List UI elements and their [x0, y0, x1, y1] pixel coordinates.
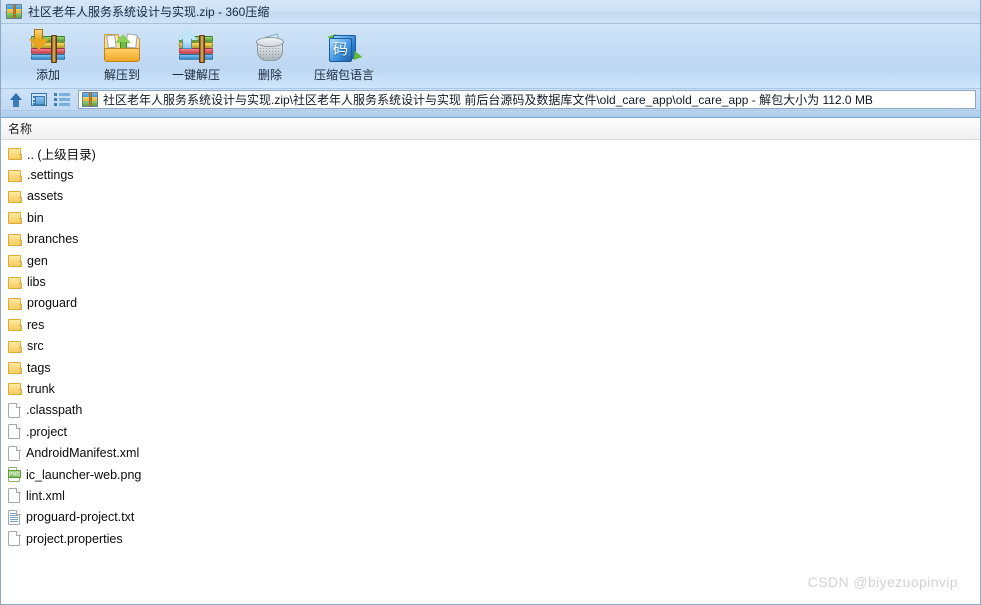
file-name: lint.xml [26, 488, 65, 503]
address-bar: 社区老年人服务系统设计与实现.zip\社区老年人服务系统设计与实现 前后台源码及… [1, 89, 980, 111]
archive-extract-icon [176, 28, 215, 65]
app-window: 社区老年人服务系统设计与实现.zip - 360压缩 添加 解压到 一键解压 删… [0, 0, 981, 605]
table-row[interactable]: src [1, 336, 980, 357]
folder-icon [8, 211, 22, 225]
path-input[interactable]: 社区老年人服务系统设计与实现.zip\社区老年人服务系统设计与实现 前后台源码及… [78, 90, 976, 109]
file-name: proguard [27, 296, 78, 311]
file-icon [8, 531, 21, 547]
folder-icon [8, 297, 22, 310]
folder-icon [8, 276, 22, 289]
toolbar-separator [1, 111, 980, 118]
folder-icon [8, 318, 22, 332]
csdn-watermark: CSDN @biyezuopinvip [807, 574, 958, 590]
file-name: .. (上级目录) [27, 148, 96, 163]
language-icon: 码 [325, 29, 363, 65]
table-row[interactable]: .project [1, 421, 980, 442]
title-bar: 社区老年人服务系统设计与实现.zip - 360压缩 [1, 0, 980, 24]
file-name: .classpath [26, 403, 83, 418]
folder-extract-icon [103, 29, 141, 65]
file-name: project.properties [26, 531, 123, 546]
file-icon [8, 402, 21, 418]
archive-icon [82, 92, 98, 107]
trash-icon [251, 29, 289, 65]
folder-icon [8, 233, 22, 246]
file-icon [8, 445, 21, 461]
path-text: 社区老年人服务系统设计与实现.zip\社区老年人服务系统设计与实现 前后台源码及… [103, 93, 873, 107]
file-name: .project [26, 424, 67, 439]
table-row[interactable]: res [1, 314, 980, 335]
file-name: tags [27, 360, 51, 375]
table-row[interactable]: .classpath [1, 400, 980, 421]
file-icon [8, 424, 21, 440]
file-icon [8, 488, 21, 504]
folder-icon [8, 361, 22, 375]
table-row[interactable]: proguard [1, 293, 980, 314]
folder-icon [8, 147, 22, 161]
archive-add-icon [29, 29, 67, 65]
file-name: proguard-project.txt [26, 510, 135, 525]
folder-icon [8, 382, 22, 396]
one-click-extract-button[interactable]: 一键解压 [159, 27, 233, 87]
one-click-extract-button-label: 一键解压 [171, 68, 220, 82]
table-row[interactable]: trunk [1, 378, 980, 399]
folder-icon [8, 169, 22, 182]
add-button-label: 添加 [35, 68, 60, 82]
file-name: branches [27, 232, 79, 247]
table-row[interactable]: .settings [1, 164, 980, 185]
table-row[interactable]: AndroidManifest.xml [1, 442, 980, 463]
table-row[interactable]: proguard-project.txt [1, 507, 980, 528]
table-row[interactable]: tags [1, 357, 980, 378]
archive-language-button-label: 压缩包语言 [313, 68, 374, 82]
up-arrow-icon[interactable] [5, 90, 27, 110]
add-button[interactable]: 添加 [11, 27, 85, 87]
file-name: ic_launcher-web.png [26, 467, 142, 482]
table-row[interactable]: libs [1, 271, 980, 292]
archive-icon [6, 4, 22, 19]
delete-button-label: 删除 [257, 68, 282, 82]
table-row[interactable]: gen [1, 250, 980, 271]
file-list[interactable]: .. (上级目录) .settings assets bin branches gen li… [1, 140, 980, 603]
file-name: AndroidManifest.xml [26, 446, 140, 461]
file-name: .settings [27, 168, 74, 183]
folder-icon [8, 190, 22, 203]
delete-button[interactable]: 删除 [233, 27, 307, 87]
file-name: libs [27, 275, 46, 290]
file-name: bin [27, 210, 44, 225]
table-row[interactable]: project.properties [1, 528, 980, 549]
file-name: src [27, 339, 44, 354]
extract-to-button[interactable]: 解压到 [85, 27, 159, 87]
column-header-row: 名称 [1, 118, 980, 140]
archive-language-button[interactable]: 码 压缩包语言 [307, 27, 381, 87]
table-row[interactable]: branches [1, 229, 980, 250]
file-name: trunk [27, 381, 55, 396]
table-row[interactable]: assets [1, 186, 980, 207]
preview-panel-icon[interactable] [28, 90, 50, 110]
png-file-icon: PNG [8, 467, 21, 483]
table-row[interactable]: bin [1, 207, 980, 228]
table-row[interactable]: PNG ic_launcher-web.png [1, 464, 980, 485]
file-name: gen [27, 253, 48, 268]
window-title: 社区老年人服务系统设计与实现.zip - 360压缩 [28, 5, 270, 19]
extract-to-button-label: 解压到 [103, 68, 140, 82]
file-name: res [27, 317, 45, 332]
file-name: assets [27, 189, 64, 204]
table-row[interactable]: .. (上级目录) [1, 143, 980, 164]
folder-icon [8, 254, 22, 268]
table-row[interactable]: lint.xml [1, 485, 980, 506]
folder-icon [8, 340, 22, 353]
column-header-name[interactable]: 名称 [8, 120, 32, 137]
list-view-icon[interactable] [51, 90, 73, 110]
text-file-icon [8, 509, 21, 525]
main-toolbar: 添加 解压到 一键解压 删除 码 压缩包语言 [1, 24, 980, 89]
